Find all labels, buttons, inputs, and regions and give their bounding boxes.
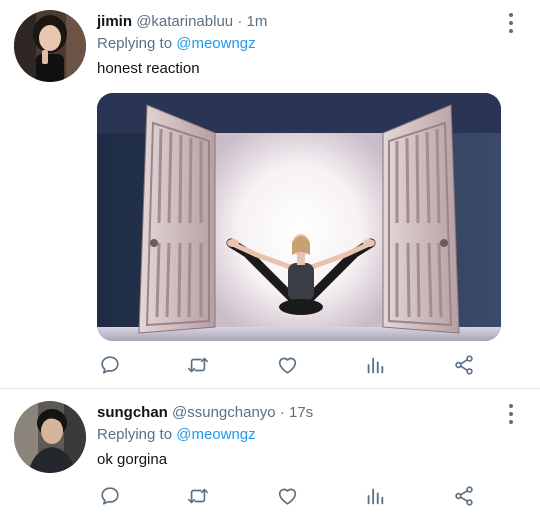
tweet-header: jimin @katarinabluu · 1m <box>97 13 267 31</box>
tweet-actions <box>97 352 497 378</box>
mention-link[interactable]: @meowngz <box>176 426 255 443</box>
replying-to: Replying to @meowngz <box>97 426 256 444</box>
display-name[interactable]: sungchan <box>97 404 168 421</box>
username-handle[interactable]: @ssungchanyo <box>172 404 276 421</box>
username-handle[interactable]: @katarinabluu <box>136 13 233 30</box>
retweet-icon[interactable] <box>185 352 211 378</box>
tweet-text: ok gorgina <box>97 451 168 468</box>
display-name[interactable]: jimin <box>97 13 132 30</box>
tweet-actions <box>97 483 497 509</box>
replying-prefix: Replying to <box>97 426 173 443</box>
replying-to: Replying to @meowngz <box>97 35 256 53</box>
share-icon[interactable] <box>451 352 477 378</box>
avatar[interactable] <box>14 401 86 473</box>
timestamp[interactable]: 1m <box>246 13 267 30</box>
separator: · <box>237 13 243 30</box>
more-options-icon[interactable] <box>505 13 517 33</box>
tweet[interactable]: jimin @katarinabluu · 1m Replying to @me… <box>0 0 540 388</box>
more-options-icon[interactable] <box>505 404 517 424</box>
like-icon[interactable] <box>274 483 300 509</box>
like-icon[interactable] <box>274 352 300 378</box>
reply-icon[interactable] <box>97 483 123 509</box>
avatar[interactable] <box>14 10 86 82</box>
share-icon[interactable] <box>451 483 477 509</box>
tweet-header: sungchan @ssungchanyo · 17s <box>97 404 313 422</box>
retweet-icon[interactable] <box>185 483 211 509</box>
mention-link[interactable]: @meowngz <box>176 35 255 52</box>
analytics-icon[interactable] <box>362 352 388 378</box>
tweet-media-image[interactable] <box>97 93 501 341</box>
timestamp[interactable]: 17s <box>289 404 313 421</box>
replying-prefix: Replying to <box>97 35 173 52</box>
reply-icon[interactable] <box>97 352 123 378</box>
tweet-text: honest reaction <box>97 60 200 77</box>
analytics-icon[interactable] <box>362 483 388 509</box>
tweet[interactable]: sungchan @ssungchanyo · 17s Replying to … <box>0 389 540 514</box>
separator: · <box>279 404 285 421</box>
